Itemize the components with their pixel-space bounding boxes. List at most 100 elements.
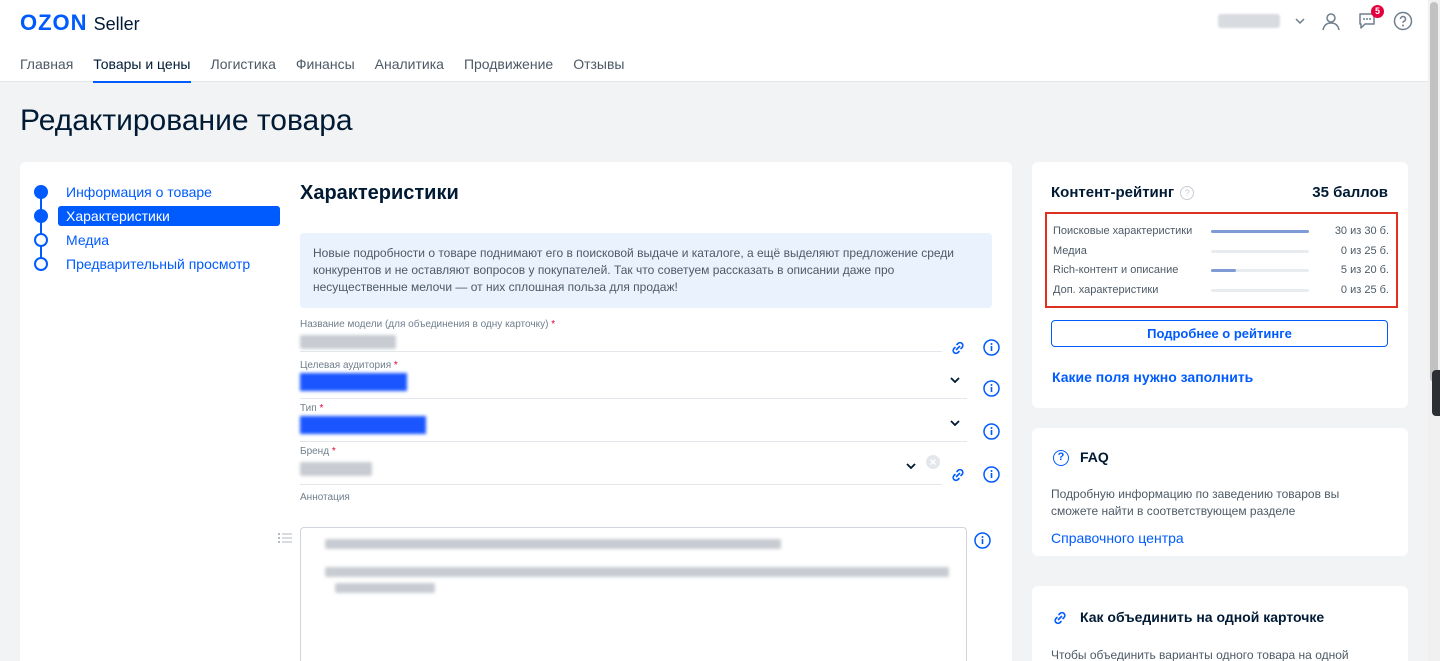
tab-promotion[interactable]: Продвижение [464, 56, 553, 83]
field-underline [300, 484, 942, 485]
clear-icon[interactable] [926, 455, 940, 474]
link-icon[interactable] [950, 340, 966, 361]
merge-card: Как объединить на одной карточке Чтобы о… [1032, 586, 1408, 661]
rating-row: Медиа 0 из 25 б. [1053, 243, 1389, 261]
info-icon[interactable] [983, 380, 1000, 402]
rating-row: Доп. характеристики 0 из 25 б. [1053, 282, 1389, 300]
step-label: Характеристики [58, 206, 280, 226]
step-preview[interactable]: Предварительный просмотр [34, 252, 280, 276]
tab-home[interactable]: Главная [20, 56, 73, 83]
info-icon[interactable] [983, 423, 1000, 445]
rating-row-value: 0 из 25 б. [1340, 284, 1389, 296]
tab-logistics[interactable]: Логистика [211, 56, 276, 83]
field-label: Целевая аудитория * [300, 360, 398, 371]
step-dot [34, 185, 48, 199]
logo-brand: OZON [20, 10, 88, 35]
field-actions [983, 380, 1000, 402]
rating-row: Поисковые характеристики 30 из 30 б. [1053, 223, 1389, 241]
field-actions [983, 423, 1000, 445]
rating-details-button[interactable]: Подробнее о рейтинге [1051, 320, 1388, 347]
rating-progress-fill [1211, 230, 1309, 233]
page-title: Редактирование товара [20, 104, 353, 137]
list-format-icon[interactable] [278, 531, 292, 547]
field-underline [300, 441, 967, 442]
tab-finance[interactable]: Финансы [296, 56, 355, 83]
faq-title: FAQ [1080, 449, 1109, 465]
step-dot [34, 209, 48, 223]
rating-row-name: Поисковые характеристики [1053, 225, 1193, 237]
info-icon[interactable] [983, 466, 1000, 488]
faq-text: Подробную информацию по заведению товаро… [1051, 487, 1340, 518]
merge-text: Чтобы объединить варианты одного товара … [1051, 648, 1349, 661]
step-product-info[interactable]: Информация о товаре [34, 180, 280, 204]
logo-suffix: Seller [93, 14, 140, 34]
step-label: Информация о товаре [66, 184, 212, 200]
edit-form-card: Информация о товаре Характеристики Медиа… [20, 162, 1012, 661]
tab-reviews[interactable]: Отзывы [573, 56, 624, 83]
info-icon[interactable] [974, 532, 991, 554]
rating-progress-bar [1211, 289, 1309, 292]
page-scrollbar[interactable] [1428, 0, 1440, 661]
type-value[interactable] [300, 416, 1000, 439]
step-label: Медиа [66, 232, 110, 248]
rating-score: 35 баллов [1312, 184, 1388, 201]
step-characteristics[interactable]: Характеристики [34, 204, 280, 228]
rating-header: Контент-рейтинг ? [1051, 184, 1195, 201]
top-bar: OZON Seller 5 Главная Товары и цены Логи… [0, 0, 1428, 83]
merge-title: Как объединить на одной карточке [1080, 609, 1325, 625]
link-icon[interactable] [950, 467, 966, 488]
rating-row-value: 0 из 25 б. [1340, 245, 1389, 257]
rating-breakdown-highlight: Поисковые характеристики 30 из 30 б. Мед… [1045, 212, 1398, 308]
tab-analytics[interactable]: Аналитика [375, 56, 444, 83]
account-name-blurred[interactable] [1218, 14, 1280, 28]
step-dot [34, 257, 48, 271]
model-name-field[interactable]: Название модели (для объединения в одну … [300, 319, 1000, 356]
help-icon[interactable]: ? [1180, 185, 1195, 200]
audience-field[interactable]: Целевая аудитория * [300, 360, 1000, 399]
audience-value[interactable] [300, 373, 1000, 396]
type-field[interactable]: Тип * [300, 403, 1000, 442]
help-icon[interactable] [1392, 10, 1414, 32]
rating-progress-bar [1211, 250, 1309, 253]
help-center-link[interactable]: Справочного центра [1051, 530, 1184, 546]
characteristics-form: Характеристики Новые подробности о товар… [278, 182, 1000, 661]
field-underline [300, 351, 942, 352]
user-area: 5 [1218, 5, 1428, 32]
faq-card: ? FAQ Подробную информацию по заведению … [1032, 428, 1408, 556]
brand-field[interactable]: Бренд * [300, 446, 1000, 485]
field-label: Аннотация [300, 492, 350, 503]
side-panel-handle[interactable] [1432, 370, 1440, 416]
scrollbar-thumb[interactable] [1430, 2, 1438, 382]
brand-value[interactable] [300, 462, 1000, 481]
chevron-down-icon[interactable] [906, 458, 916, 472]
field-underline [300, 398, 967, 399]
chevron-down-icon[interactable] [950, 372, 960, 386]
chat-icon[interactable]: 5 [1356, 5, 1384, 32]
rating-progress-fill [1211, 269, 1236, 272]
field-label: Тип * [300, 403, 324, 414]
info-box: Новые подробности о товаре поднимают его… [300, 233, 992, 308]
annotation-label-row: Аннотация [300, 492, 1000, 503]
chevron-down-icon[interactable] [950, 415, 960, 429]
required-fields-link[interactable]: Какие поля нужно заполнить [1052, 369, 1253, 385]
link-icon [1052, 610, 1068, 631]
rating-row: Rich-контент и описание 5 из 20 б. [1053, 262, 1389, 280]
step-label: Предварительный просмотр [66, 256, 251, 272]
main-nav: Главная Товары и цены Логистика Финансы … [20, 56, 624, 83]
field-actions [950, 339, 1000, 361]
rating-row-value: 5 из 20 б. [1340, 264, 1389, 276]
info-icon[interactable] [983, 339, 1000, 361]
annotation-textarea[interactable] [300, 527, 967, 661]
tab-products[interactable]: Товары и цены [93, 56, 191, 83]
step-media[interactable]: Медиа [34, 228, 280, 252]
rating-progress-bar [1211, 269, 1309, 272]
chevron-down-icon[interactable] [1294, 10, 1306, 32]
rating-row-name: Медиа [1053, 245, 1087, 257]
ozon-seller-logo[interactable]: OZON Seller [20, 10, 140, 36]
user-icon[interactable] [1320, 10, 1342, 32]
rating-title: Контент-рейтинг [1051, 184, 1175, 201]
content-rating-card: Контент-рейтинг ? 35 баллов Поисковые ха… [1032, 162, 1408, 408]
notification-badge: 5 [1371, 5, 1384, 18]
steps-nav: Информация о товаре Характеристики Медиа… [34, 180, 280, 276]
field-label: Название модели (для объединения в одну … [300, 319, 556, 330]
